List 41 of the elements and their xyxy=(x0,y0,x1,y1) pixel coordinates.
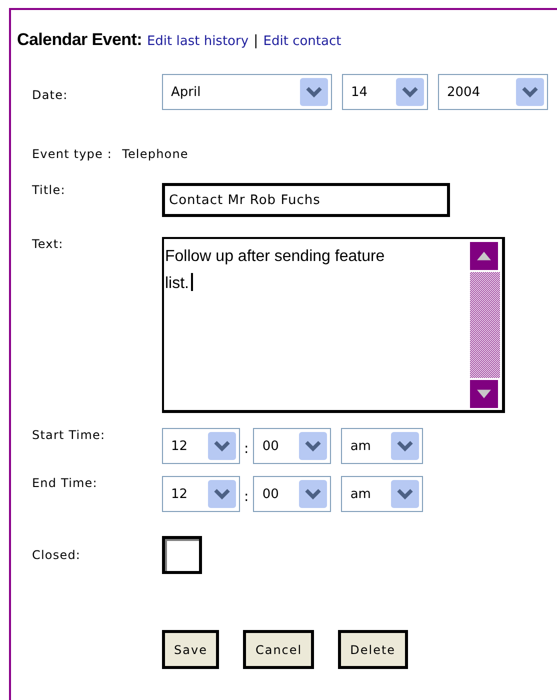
event-type-value: Telephone xyxy=(122,147,188,161)
chevron-icon xyxy=(391,480,420,508)
period-dropdown[interactable]: am xyxy=(341,428,424,464)
field-label: Closed: xyxy=(31,548,82,562)
date-dropdown[interactable]: April xyxy=(162,74,332,110)
chevron-icon xyxy=(300,78,328,106)
scrollbar[interactable] xyxy=(468,239,502,410)
scroll-down-button[interactable] xyxy=(470,380,498,408)
scroll-up-button[interactable] xyxy=(470,242,498,270)
chevron-icon xyxy=(391,432,420,460)
period-dropdown[interactable]: am xyxy=(341,476,424,512)
minute-dropdown[interactable]: 00 xyxy=(253,428,332,464)
action-button[interactable]: Cancel xyxy=(243,630,314,669)
date-dropdown[interactable]: 14 xyxy=(342,74,428,110)
chevron-icon xyxy=(299,480,328,508)
closed-checkbox[interactable] xyxy=(162,536,202,574)
field-label: Text: xyxy=(31,237,64,251)
hour-dropdown[interactable]: 12 xyxy=(162,476,240,512)
link-separator: | xyxy=(254,33,258,49)
chevron-icon xyxy=(396,78,424,106)
date-dropdown[interactable]: 2004 xyxy=(438,74,548,110)
text-area[interactable]: Follow up after sending feature list. xyxy=(162,237,505,413)
time-separator: : xyxy=(244,489,250,505)
action-button[interactable]: Save xyxy=(162,630,220,669)
chevron-icon xyxy=(208,480,236,508)
edit-history-link[interactable]: Edit last history xyxy=(146,34,249,49)
chevron-icon xyxy=(299,432,328,460)
field-label: Date: xyxy=(31,87,69,102)
chevron-icon xyxy=(208,432,236,460)
field-label: End Time: xyxy=(31,476,98,490)
minute-dropdown[interactable]: 00 xyxy=(253,476,332,512)
field-label: Start Time: xyxy=(31,428,106,442)
edit-contact-link[interactable]: Edit contact xyxy=(263,34,342,49)
field-label: Event type : xyxy=(31,147,112,161)
time-separator: : xyxy=(244,441,250,457)
field-label: Title: xyxy=(31,183,66,197)
hour-dropdown[interactable]: 12 xyxy=(162,428,240,464)
action-button[interactable]: Delete xyxy=(338,630,408,669)
title-input[interactable]: Contact Mr Rob Fuchs xyxy=(162,183,450,217)
chevron-icon xyxy=(516,78,544,106)
form-title: Calendar Event: xyxy=(17,30,142,50)
